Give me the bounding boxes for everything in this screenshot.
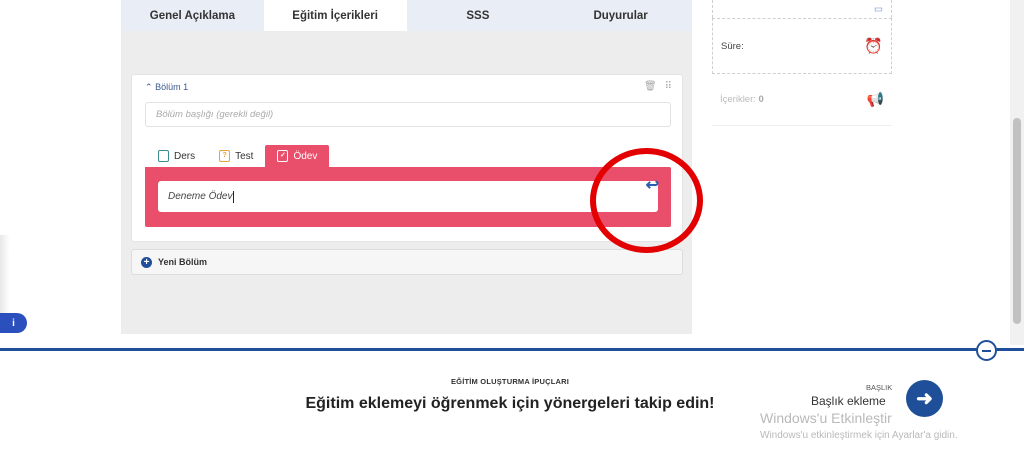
document-icon	[158, 150, 169, 162]
plus-icon: +	[141, 256, 152, 268]
page: Genel Açıklama Eğitim İçerikleri SSS Duy…	[0, 0, 1024, 463]
tab-training-contents[interactable]: Eğitim İçerikleri	[263, 0, 407, 31]
type-tab-lesson[interactable]: Ders	[146, 145, 207, 167]
add-section-label: Yeni Bölüm	[158, 257, 208, 267]
trash-icon[interactable]: 🗑	[644, 81, 657, 92]
section-title-input[interactable]: Bölüm başlığı (gerekli değil)	[145, 102, 671, 127]
course-tabs: Genel Açıklama Eğitim İçerikleri SSS Duy…	[121, 0, 692, 31]
text-caret	[233, 190, 235, 203]
sidebar-row-contents: İçerikler: 0 📢	[712, 74, 892, 126]
windows-activation-hint: Windows'u etkinleştirmek için Ayarlar'a …	[760, 430, 958, 441]
sidebar-row-duration: Süre: ⏰	[712, 18, 892, 74]
sidebar-row-top: ▭	[712, 0, 892, 18]
scrollbar-thumb[interactable]	[1013, 118, 1021, 324]
tab-announcements[interactable]: Duyurular	[549, 0, 692, 31]
section-actions: 🗑 ⠿	[644, 81, 672, 92]
alarm-clock-icon: ⏰	[864, 38, 883, 55]
tab-general-description[interactable]: Genel Açıklama	[121, 0, 264, 31]
collapse-tips-button[interactable]	[976, 340, 997, 361]
windows-activation-watermark: Windows'u Etkinleştir	[760, 410, 892, 426]
chevron-up-icon: ⌃	[145, 82, 153, 92]
tab-faq[interactable]: SSS	[407, 0, 550, 31]
minus-icon	[982, 349, 991, 352]
type-tab-assignment[interactable]: ✓ Ödev	[265, 145, 330, 167]
section-label: Bölüm 1	[155, 82, 189, 92]
annotation-circle	[590, 148, 703, 253]
contents-label: İçerikler:	[720, 94, 756, 105]
next-tip-label: BAŞLIK	[866, 383, 893, 392]
duration-label: Süre:	[721, 40, 744, 52]
tips-heading: EĞİTİM OLUŞTURMA İPUÇLARI	[450, 377, 570, 386]
tips-divider	[0, 348, 1024, 351]
info-icon[interactable]: i	[0, 313, 27, 333]
type-tab-label: Test	[235, 150, 254, 162]
assignment-name-input[interactable]: Deneme Ödev	[158, 181, 658, 212]
course-info-sidebar: ▭ Süre: ⏰ İçerikler: 0 📢	[712, 0, 892, 130]
type-tab-test[interactable]: ? Test	[207, 145, 265, 167]
contents-count: 0	[758, 94, 764, 105]
assignment-name-value: Deneme Ödev	[168, 191, 233, 202]
edge-shadow	[0, 235, 10, 315]
type-tab-label: Ders	[174, 150, 196, 162]
question-icon: ?	[219, 150, 231, 162]
content-type-tabs: Ders ? Test ✓ Ödev	[146, 145, 330, 167]
megaphone-icon: 📢	[866, 91, 884, 107]
next-tip-title: Başlık ekleme	[811, 394, 886, 408]
calendar-icon: ▭	[874, 3, 883, 15]
drag-handle-icon[interactable]: ⠿	[665, 81, 672, 92]
checkbox-icon: ✓	[277, 150, 289, 162]
section-toggle[interactable]: ⌃ Bölüm 1	[145, 82, 188, 93]
add-section-button[interactable]: + Yeni Bölüm	[131, 249, 683, 275]
tips-text: Eğitim eklemeyi öğrenmek için yönergeler…	[305, 395, 715, 412]
scrollbar[interactable]	[1010, 0, 1024, 345]
next-tip-button[interactable]: ➜	[906, 380, 943, 417]
arrow-right-icon: ➜	[916, 388, 933, 410]
type-tab-label: Ödev	[293, 150, 318, 162]
